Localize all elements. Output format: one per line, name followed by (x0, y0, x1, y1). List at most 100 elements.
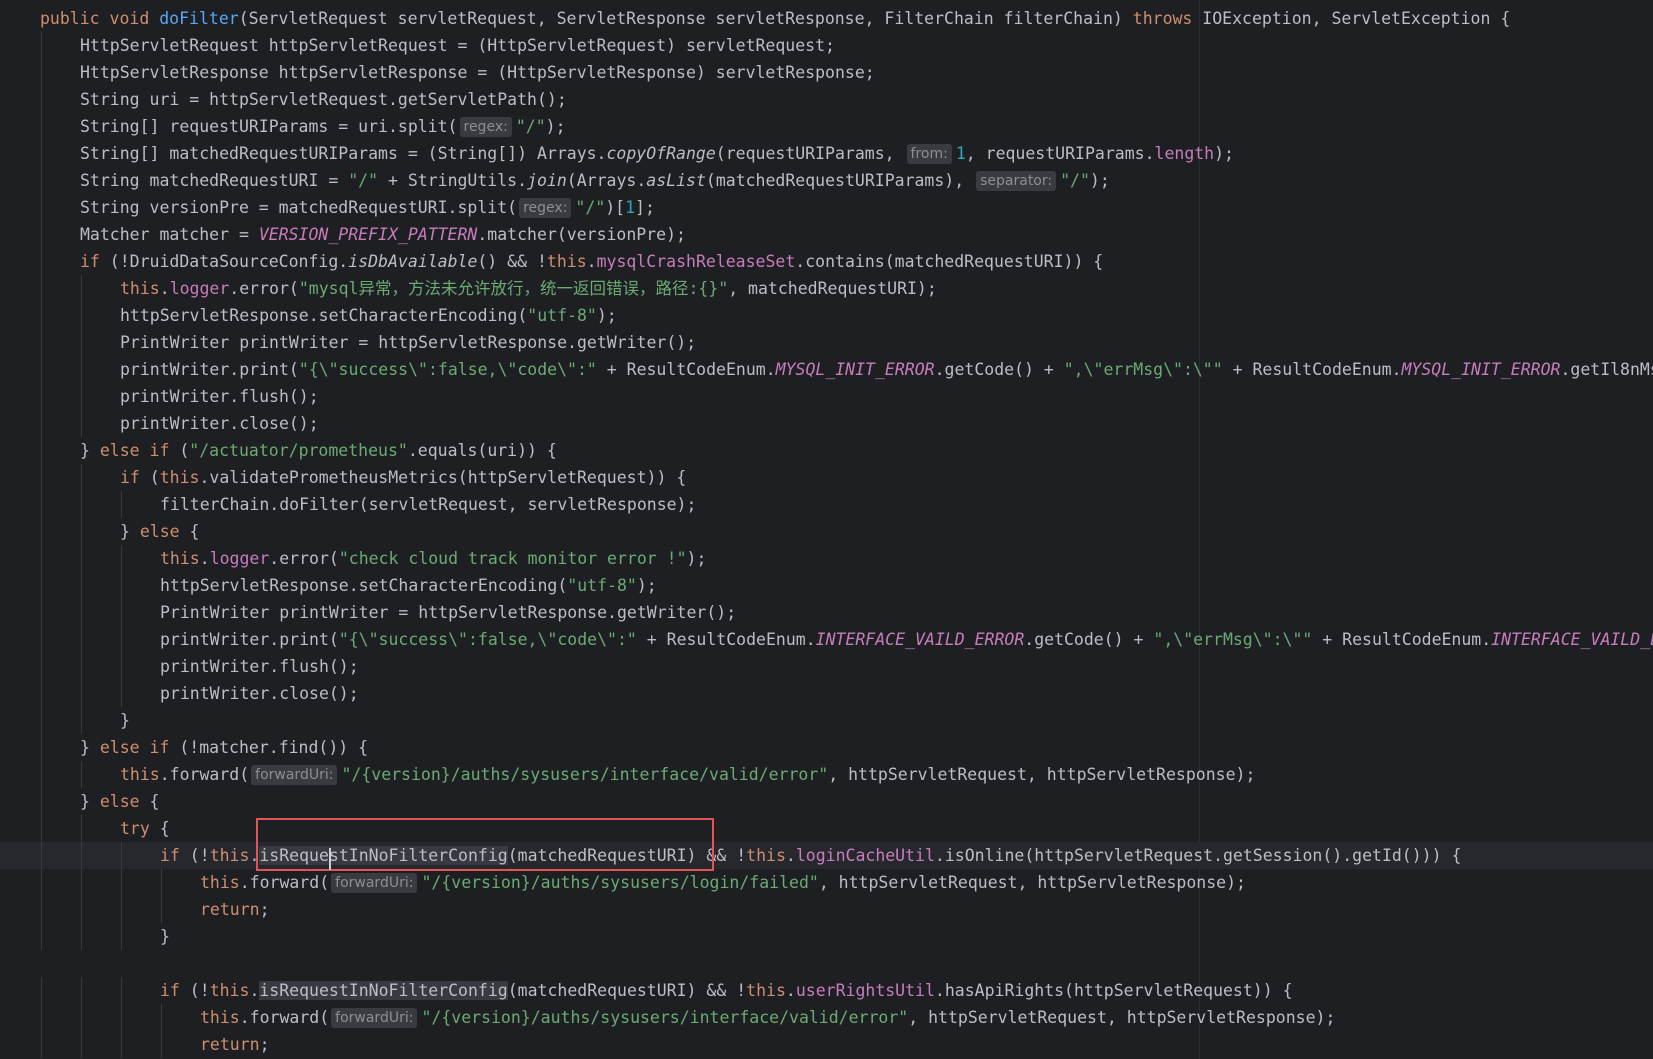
code-token: (requestURIParams, (715, 144, 905, 163)
indent-guide (41, 140, 42, 167)
code-token: .error( (269, 549, 339, 568)
code-token: this (746, 846, 786, 865)
code-token: this (200, 873, 240, 892)
code-line[interactable]: } else if ("/actuator/prometheus".equals… (0, 437, 1653, 464)
code-token: , httpServletRequest, httpServletRespons… (908, 1008, 1336, 1027)
code-token: printWriter.print( (160, 630, 339, 649)
code-line[interactable]: String[] matchedRequestURIParams = (Stri… (0, 140, 1653, 167)
code-token: + ResultCodeEnum. (1222, 360, 1402, 379)
code-line[interactable]: if (this.validatePrometheusMetrics(httpS… (0, 464, 1653, 491)
code-line[interactable]: httpServletResponse.setCharacterEncoding… (0, 302, 1653, 329)
indent-guide (81, 977, 82, 1004)
code-text: Matcher matcher = VERSION_PREFIX_PATTERN… (80, 221, 686, 248)
code-line[interactable]: this.forward(forwardUri: "/{version}/auth… (0, 869, 1653, 896)
code-line[interactable]: } else if (!matcher.find()) { (0, 734, 1653, 761)
code-line[interactable] (0, 950, 1653, 977)
code-line[interactable]: filterChain.doFilter(servletRequest, ser… (0, 491, 1653, 518)
code-token: .matcher(versionPre); (477, 225, 686, 244)
code-line[interactable]: printWriter.flush(); (0, 653, 1653, 680)
code-line[interactable]: HttpServletResponse httpServletResponse … (0, 59, 1653, 86)
indent-guide (81, 815, 82, 842)
code-token: ",\"errMsg\":\"" (1153, 630, 1313, 649)
code-line[interactable]: this.logger.error("mysql异常，方法未允许放行，统一返回错… (0, 275, 1653, 302)
code-line[interactable]: String uri = httpServletRequest.getServl… (0, 86, 1653, 113)
parameter-hint: forwardUri: (331, 1008, 418, 1028)
indent-guide (41, 437, 42, 464)
code-editor[interactable]: public void doFilter(ServletRequest serv… (0, 0, 1653, 1059)
code-line[interactable]: printWriter.print("{\"success\":false,\"… (0, 356, 1653, 383)
code-text: printWriter.print("{\"success\":false,\"… (160, 626, 1653, 653)
code-line[interactable]: printWriter.close(); (0, 680, 1653, 707)
indent-guide (81, 923, 82, 950)
code-line[interactable]: return; (0, 1031, 1653, 1058)
code-token: printWriter.flush(); (120, 387, 319, 406)
code-line[interactable]: printWriter.flush(); (0, 383, 1653, 410)
code-token: logger (209, 549, 270, 568)
code-token: (matchedRequestURI) && ! (507, 981, 747, 1000)
indent-guide (41, 491, 42, 518)
code-token: else (139, 522, 180, 541)
code-line[interactable]: String matchedRequestURI = "/" + StringU… (0, 167, 1653, 194)
code-token: . (785, 981, 796, 1000)
code-text: printWriter.close(); (120, 410, 319, 437)
code-line[interactable]: } (0, 707, 1653, 734)
code-line[interactable]: this.forward(forwardUri: "/{version}/auth… (0, 761, 1653, 788)
code-token: try (120, 819, 150, 838)
code-line[interactable]: if (!this.isRequestInNoFilterConfig(matc… (0, 977, 1653, 1004)
code-token: "/" (348, 171, 379, 190)
code-line[interactable]: Matcher matcher = VERSION_PREFIX_PATTERN… (0, 221, 1653, 248)
code-token: , httpServletRequest, httpServletRespons… (818, 873, 1246, 892)
code-text: HttpServletRequest httpServletRequest = … (80, 32, 835, 59)
code-token: "/{version}/auths/sysusers/interface/val… (341, 765, 829, 784)
code-token: this (120, 765, 160, 784)
code-text: printWriter.flush(); (160, 653, 359, 680)
code-token: "/" (575, 198, 606, 217)
code-line[interactable]: PrintWriter printWriter = httpServletRes… (0, 329, 1653, 356)
code-line[interactable]: return; (0, 896, 1653, 923)
code-text: return; (200, 1031, 270, 1058)
indent-guide (121, 491, 122, 518)
code-line[interactable]: printWriter.close(); (0, 410, 1653, 437)
code-line[interactable]: if (!DruidDataSourceConfig.isDbAvailable… (0, 248, 1653, 275)
indent-guide (121, 869, 122, 896)
code-line[interactable]: } else { (0, 518, 1653, 545)
indent-guide (41, 302, 42, 329)
code-text: PrintWriter printWriter = httpServletRes… (120, 329, 696, 356)
indent-guide (81, 572, 82, 599)
code-text: PrintWriter printWriter = httpServletRes… (160, 599, 736, 626)
code-token: ; (259, 900, 270, 919)
code-line[interactable]: public void doFilter(ServletRequest serv… (0, 5, 1653, 32)
code-line[interactable]: this.logger.error("check cloud track mon… (0, 545, 1653, 572)
indent-guide (121, 626, 122, 653)
indent-guide (121, 545, 122, 572)
indent-guide (41, 977, 42, 1004)
code-token: ]; (635, 198, 655, 217)
code-line[interactable]: if (!this.isRequestInNoFilterConfig(matc… (0, 842, 1653, 869)
code-line[interactable]: String[] requestURIParams = uri.split(re… (0, 113, 1653, 140)
code-line[interactable]: httpServletResponse.setCharacterEncoding… (0, 572, 1653, 599)
code-token: this (546, 252, 587, 271)
code-text: String matchedRequestURI = "/" + StringU… (80, 167, 1110, 194)
code-line[interactable]: } (0, 923, 1653, 950)
usage-highlight: isRequestInNoFilterConfig (259, 981, 508, 1000)
code-line[interactable]: String versionPre = matchedRequestURI.sp… (0, 194, 1653, 221)
code-line[interactable]: } else { (0, 788, 1653, 815)
indent-guide (121, 1031, 122, 1058)
code-token: "utf-8" (567, 576, 637, 595)
code-line[interactable]: this.forward(forwardUri: "/{version}/auth… (0, 1004, 1653, 1031)
code-token: ); (596, 306, 617, 325)
code-line[interactable]: PrintWriter printWriter = httpServletRes… (0, 599, 1653, 626)
code-token: ( (169, 441, 190, 460)
code-line[interactable]: printWriter.print("{\"success\":false,\"… (0, 626, 1653, 653)
code-token: .equals(uri)) { (407, 441, 557, 460)
code-text: String versionPre = matchedRequestURI.sp… (80, 194, 655, 221)
code-token: this (746, 981, 786, 1000)
code-token: HttpServletRequest httpServletRequest = … (80, 36, 835, 55)
indent-guide (121, 977, 122, 1004)
code-line[interactable]: try { (0, 815, 1653, 842)
code-text: if (!this.isRequestInNoFilterConfig(matc… (160, 977, 1293, 1004)
code-token: (! (179, 846, 210, 865)
code-token: PrintWriter printWriter = httpServletRes… (120, 333, 697, 352)
code-line[interactable]: HttpServletRequest httpServletRequest = … (0, 32, 1653, 59)
